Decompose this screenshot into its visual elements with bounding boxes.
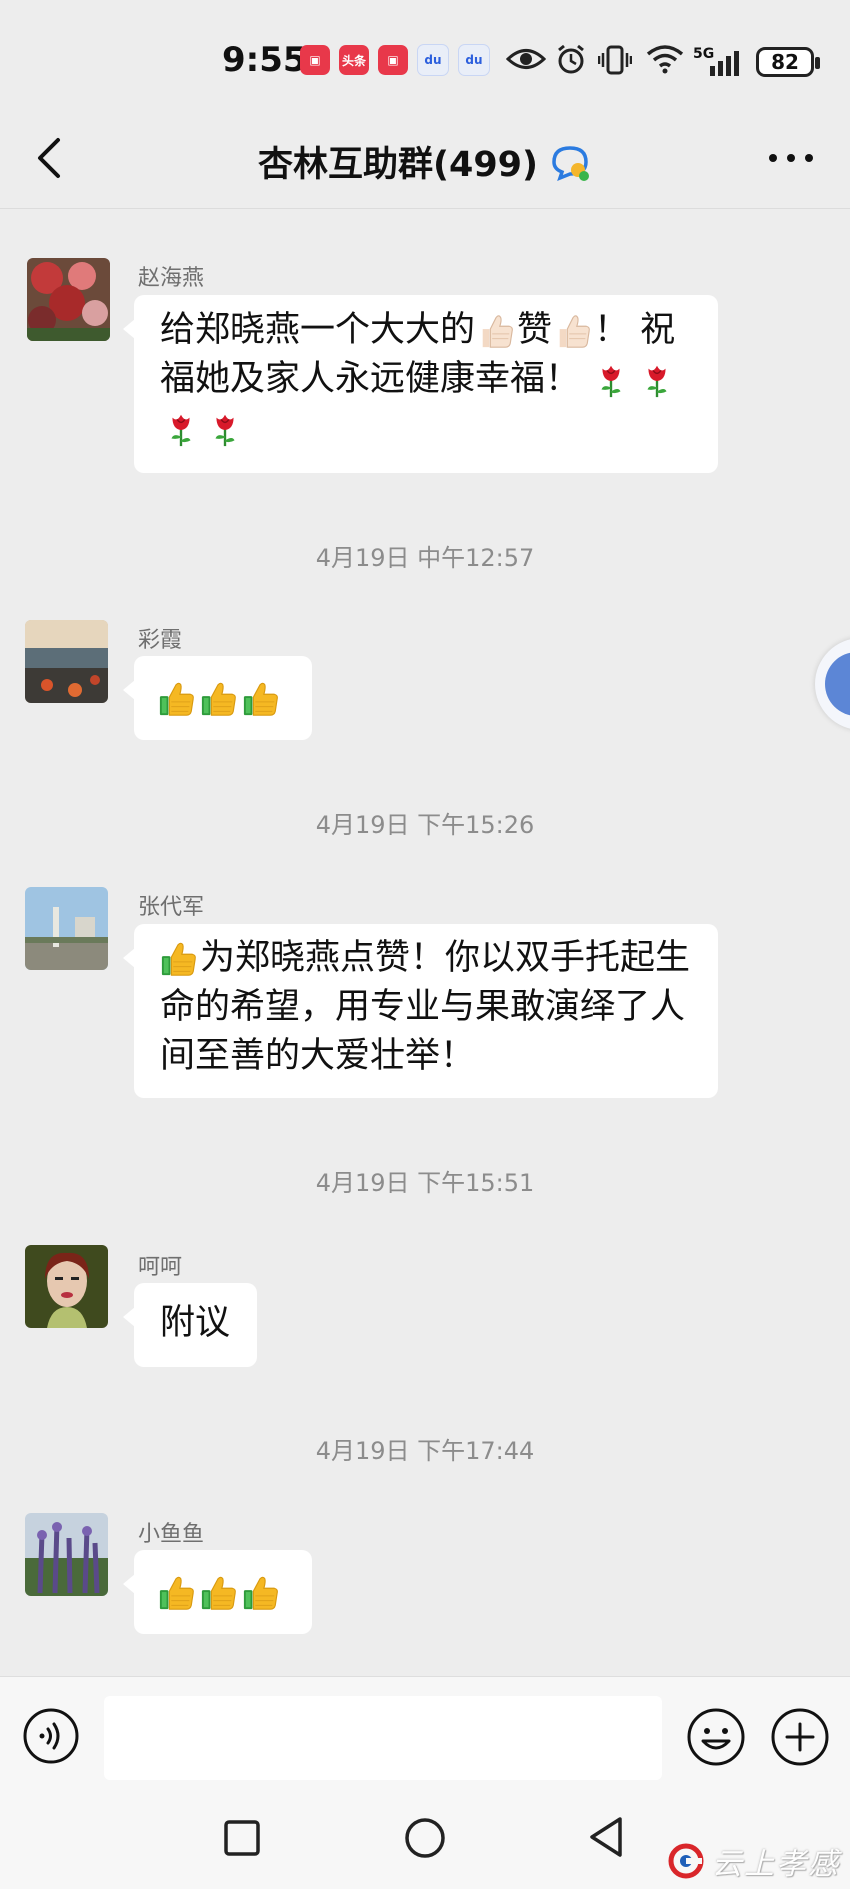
avatar[interactable] — [25, 887, 108, 970]
message-text: ！ 祝 — [594, 310, 676, 350]
avatar[interactable] — [27, 258, 110, 341]
status-bar: 9:55 ▣ 头条 ▣ du du 5G 82 — [0, 0, 850, 120]
baidu-icon: du — [458, 44, 490, 76]
message-timestamp: 4月19日 中午12:57 — [315, 544, 535, 572]
group-chat-icon — [552, 145, 590, 181]
recent-apps-button[interactable] — [222, 1818, 262, 1858]
message-text: 给郑晓燕一个大大的 — [160, 310, 476, 350]
rose-icon — [162, 409, 200, 449]
toutiao-icon: 头条 — [339, 45, 369, 75]
message-input-bar — [0, 1676, 850, 1795]
message-text: 间至善的大爱壮举！ — [160, 1036, 476, 1076]
emoji-button[interactable] — [686, 1707, 746, 1767]
message-timestamp: 4月19日 下午15:51 — [315, 1169, 535, 1197]
signal-icon — [710, 51, 739, 76]
message-input[interactable] — [104, 1696, 662, 1780]
message-line: 为郑晓燕点赞！你以双手托起生 — [160, 934, 700, 983]
news-app-icon: ▣ — [378, 45, 408, 75]
avatar[interactable] — [25, 1245, 108, 1328]
wifi-icon — [646, 45, 684, 74]
message-text: 赞 — [517, 310, 553, 350]
floating-assistant-button[interactable] — [815, 638, 850, 730]
thumbs-up-icon — [242, 1573, 280, 1613]
message-line: 给郑晓燕一个大大的 赞 ！ 祝 — [160, 306, 700, 355]
rose-icon — [638, 360, 676, 400]
message-timestamp: 4月19日 下午15:26 — [315, 811, 535, 839]
watermark-logo-icon — [668, 1843, 704, 1879]
rose-icon — [206, 409, 244, 449]
notification-icons: ▣ 头条 ▣ du du — [300, 44, 499, 76]
assistant-icon — [825, 652, 850, 716]
battery-indicator: 82 — [756, 47, 820, 77]
home-button[interactable] — [403, 1816, 447, 1860]
sender-name: 彩霞 — [138, 628, 183, 653]
message-bubble[interactable]: 给郑晓燕一个大大的 赞 ！ 祝 福她及家人永远健康幸福！ — [123, 295, 718, 473]
message-text: 福她及家人永远健康幸福！ — [160, 359, 581, 399]
watermark: 云上孝感 — [668, 1839, 840, 1883]
more-options-icon[interactable] — [766, 146, 816, 170]
avatar[interactable] — [25, 1513, 108, 1596]
eye-icon — [506, 49, 546, 69]
message-line — [160, 404, 700, 453]
back-button[interactable] — [584, 1814, 628, 1860]
message-timestamp: 4月19日 下午17:44 — [315, 1437, 535, 1465]
thumbs-up-icon — [158, 679, 196, 719]
message-text: 命的希望，用专业与果敢演绎了人 — [160, 987, 686, 1027]
sender-name: 张代军 — [138, 895, 205, 920]
message-bubble[interactable] — [123, 656, 312, 740]
message-bubble[interactable]: 附议 — [123, 1283, 257, 1367]
thumbs-up-icon — [158, 1573, 196, 1613]
watermark-text: 云上孝感 — [712, 1847, 840, 1882]
chat-title: 杏林互助群(499) — [0, 136, 850, 187]
chat-header: 杏林互助群(499) — [0, 110, 850, 209]
sender-name: 小鱼鱼 — [138, 1522, 205, 1547]
thumbs-up-icon — [477, 311, 515, 351]
group-name: 杏林互助群(499) — [257, 145, 539, 185]
avatar[interactable] — [25, 620, 108, 703]
thumbs-up-icon — [200, 679, 238, 719]
message-line: 福她及家人永远健康幸福！ — [160, 355, 700, 404]
thumbs-up-icon — [554, 311, 592, 351]
status-time: 9:55 — [222, 40, 307, 80]
message-bubble[interactable]: 为郑晓燕点赞！你以双手托起生 命的希望，用专业与果敢演绎了人 间至善的大爱壮举！ — [123, 924, 718, 1098]
baidu-icon: du — [417, 44, 449, 76]
message-text: 附议 — [160, 1303, 231, 1343]
thumbs-up-icon — [200, 1573, 238, 1613]
thumbs-up-icon — [160, 939, 198, 979]
rose-icon — [592, 360, 630, 400]
message-bubble[interactable] — [123, 1550, 312, 1634]
alarm-icon — [558, 44, 584, 74]
thumbs-up-icon — [242, 679, 280, 719]
message-text: 为郑晓燕点赞！你以双手托起生 — [200, 938, 691, 978]
sender-name: 赵海燕 — [138, 266, 205, 291]
sender-name: 呵呵 — [138, 1255, 183, 1280]
vibrate-icon — [598, 45, 632, 75]
voice-input-button[interactable] — [22, 1707, 80, 1765]
news-app-icon: ▣ — [300, 45, 330, 75]
more-functions-button[interactable] — [770, 1707, 830, 1767]
